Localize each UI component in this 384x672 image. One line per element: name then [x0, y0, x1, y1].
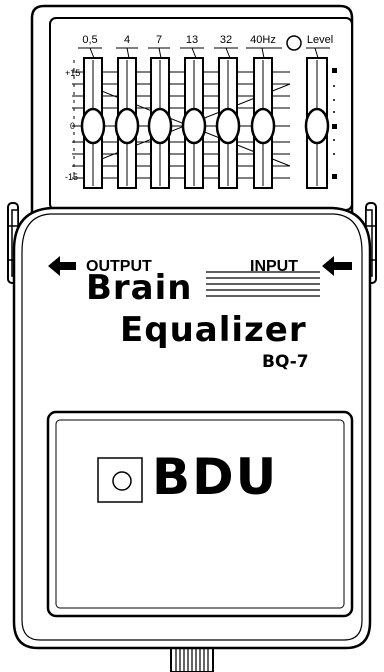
eq-slider-2[interactable]	[147, 57, 173, 189]
check-led-icon	[286, 35, 302, 51]
eq-slider-4[interactable]	[215, 57, 241, 189]
eq-slider-knob	[80, 107, 106, 145]
eq-slider-knob	[147, 107, 173, 145]
eq-slider-knob	[250, 107, 276, 145]
pedal: 0,5 4 7 13 32 40Hz Level +15 0 -15 OUTPU…	[0, 0, 384, 672]
brand-line1: Brain	[86, 268, 193, 308]
logo-text[interactable]: BDU	[152, 448, 278, 506]
eq-slider-1[interactable]	[114, 57, 140, 189]
level-slider[interactable]	[304, 57, 330, 189]
scale-mid: 0	[70, 121, 76, 131]
level-label: Level	[306, 34, 334, 46]
footswitch	[46, 410, 354, 618]
band-label-1: 4	[123, 34, 131, 46]
band-label-2: 7	[155, 34, 163, 46]
footswitch-circle-icon	[112, 471, 132, 491]
band-label-0: 0,5	[82, 34, 98, 46]
band-label-3: 13	[185, 34, 199, 46]
input-label: INPUT	[250, 258, 298, 275]
eq-slider-knob	[181, 107, 207, 145]
eq-slider-3[interactable]	[181, 57, 207, 189]
band-label-4: 32	[219, 34, 233, 46]
scale-bottom: -15	[65, 172, 79, 182]
eq-slider-5[interactable]	[250, 57, 276, 189]
scale-top: +15	[65, 68, 81, 78]
eq-slider-knob	[215, 107, 241, 145]
model-label: BQ-7	[262, 352, 309, 372]
brand-line2: Equalizer	[120, 310, 307, 350]
band-label-5: 40Hz	[250, 34, 276, 46]
eq-slider-0[interactable]	[80, 57, 106, 189]
eq-slider-knob	[114, 107, 140, 145]
